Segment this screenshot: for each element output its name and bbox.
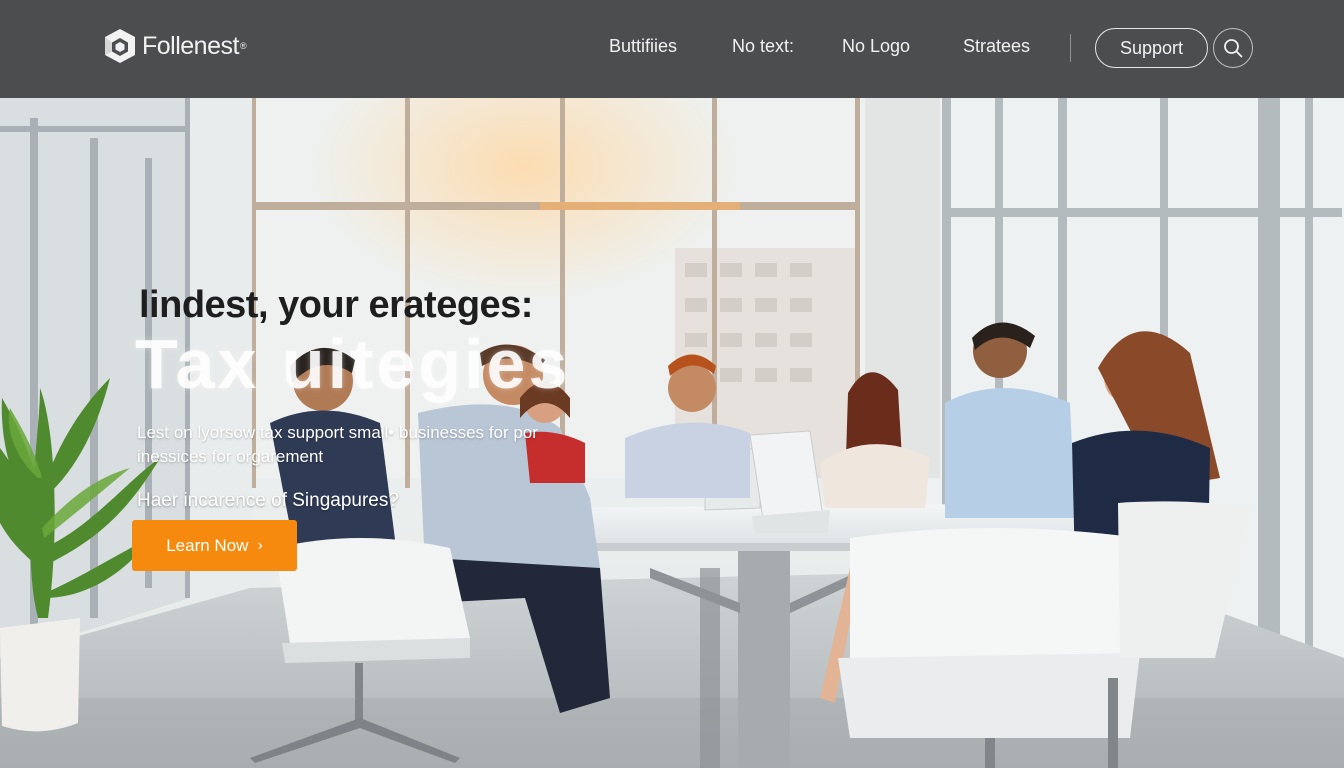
top-navigation-bar: Follenest ® Buttifiies No text: No Logo … [0,0,1344,98]
search-icon [1224,39,1243,58]
support-button[interactable]: Support [1095,28,1208,68]
nav-link-no-text[interactable]: No text: [732,36,794,57]
brand-name: Follenest [142,31,239,60]
nav-link-stratees[interactable]: Stratees [963,36,1030,57]
brand-logo[interactable]: Follenest ® [103,28,247,64]
hero-background-image [0,98,1344,768]
learn-now-label: Learn Now [166,535,249,555]
search-button[interactable] [1213,28,1253,68]
nav-divider [1070,34,1071,62]
chevron-right-icon: › [257,536,263,554]
hero-section: lindest, your erateges: Tax uitegies Les… [0,98,1344,768]
nav-link-no-logo[interactable]: No Logo [842,36,910,57]
logo-cube-icon [105,29,135,63]
nav-link-buttifiies[interactable]: Buttifiies [609,36,677,57]
learn-now-button[interactable]: Learn Now › [132,520,297,571]
registered-mark: ® [239,41,247,51]
